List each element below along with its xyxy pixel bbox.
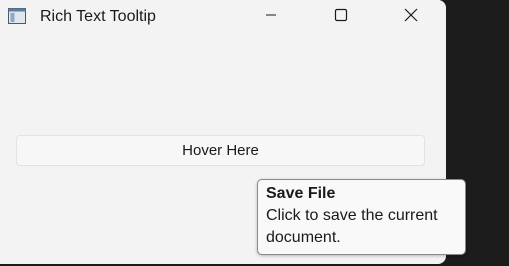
hover-here-button[interactable]: Hover Here — [16, 135, 425, 166]
tooltip-title: Save File — [266, 185, 336, 202]
close-button[interactable] — [388, 0, 434, 34]
tooltip-body: Click to save the current document. — [266, 207, 438, 246]
maximize-icon — [334, 8, 348, 27]
close-icon — [404, 8, 418, 27]
minimize-button[interactable] — [248, 0, 294, 34]
title-bar[interactable]: Rich Text Tooltip — [0, 0, 446, 34]
maximize-button[interactable] — [318, 0, 364, 34]
minimize-icon — [265, 8, 277, 26]
tooltip: Save File Click to save the current docu… — [257, 179, 466, 255]
window-icon — [8, 8, 26, 24]
window-title: Rich Text Tooltip — [40, 8, 156, 25]
